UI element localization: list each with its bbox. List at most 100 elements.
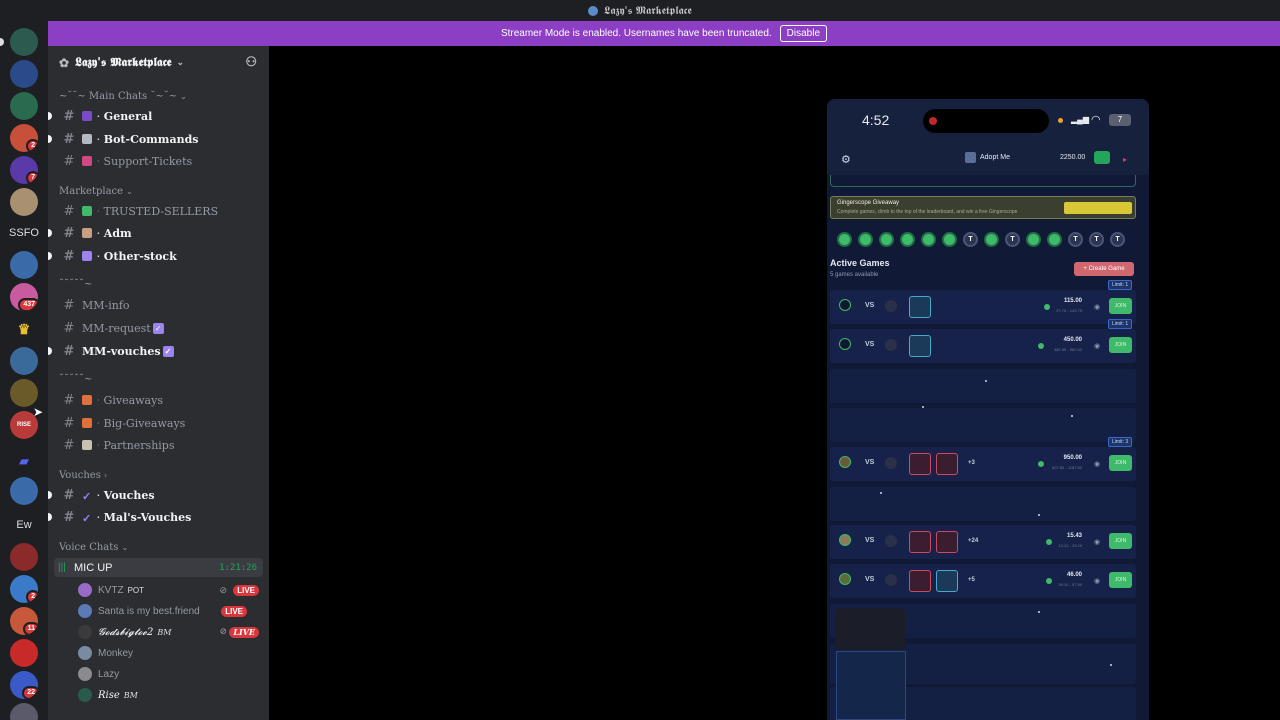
server-icon[interactable] — [10, 639, 38, 667]
invite-member-icon[interactable]: ⚇ — [245, 55, 257, 70]
join-button[interactable]: JOIN — [1109, 337, 1132, 353]
server-icon[interactable] — [10, 543, 38, 571]
server-icon[interactable]: 2 — [10, 575, 38, 603]
category-giveaways[interactable]: ˘˘˘˘˘~ — [59, 374, 92, 385]
folder-icon[interactable]: ▰ — [10, 447, 38, 475]
channel-big-giveaways[interactable]: # · Big-Giveaways — [52, 413, 265, 433]
server-icon[interactable] — [10, 188, 38, 216]
server-label-ssfo[interactable]: SSFO — [0, 227, 48, 239]
robot-icon — [82, 134, 92, 144]
join-button[interactable]: JOIN — [1109, 572, 1132, 588]
selected-indicator — [0, 38, 4, 46]
channel-bot-commands[interactable]: # · Bot-Commands — [48, 129, 265, 149]
server-icon[interactable]: 11 — [10, 607, 38, 635]
giveaway-banner[interactable]: Gingerscope Giveaway Complete games, cli… — [830, 196, 1136, 219]
channel-label: Other-stock — [103, 249, 177, 263]
site-logo-icon[interactable]: ⚙ — [841, 153, 851, 166]
disable-button[interactable]: Disable — [779, 25, 828, 42]
channel-partnerships[interactable]: # · Partnerships — [52, 435, 265, 455]
voice-user[interactable]: Monkey — [78, 643, 263, 663]
vs-label: VS — [865, 459, 875, 466]
mouse-cursor-icon: ➤ — [33, 405, 44, 419]
voice-user[interactable]: Santa is my best.friend LIVE — [78, 601, 263, 621]
dot-icon: · — [97, 512, 100, 522]
join-button[interactable]: JOIN — [1109, 455, 1132, 471]
channel-vouches[interactable]: # ✓ · Vouches — [48, 485, 265, 505]
server-icon[interactable] — [10, 703, 38, 720]
create-game-button[interactable]: + Create Game — [1074, 262, 1134, 276]
server-header[interactable]: ✿ 𝕷𝖆𝖟𝖞'𝖘 𝕸𝖆𝖗𝖐𝖊𝖙𝖕𝖑𝖆𝖈𝖊 ⌄ ⚇ — [48, 46, 269, 79]
player-avatar — [839, 456, 851, 468]
channel-support-tickets[interactable]: # · Support-Tickets — [52, 151, 265, 171]
menu-icon[interactable]: ▸ — [1123, 155, 1127, 164]
category-voice-chats[interactable]: Voice Chats ⌄ — [59, 542, 128, 553]
live-badge: LIVE — [221, 605, 247, 617]
server-icon[interactable] — [10, 379, 38, 407]
giveaway-button[interactable] — [1064, 202, 1132, 214]
dot-icon: · — [97, 156, 100, 166]
channel-mm-request[interactable]: # MM-request ✓ — [52, 318, 265, 338]
voice-user[interactable]: Rise BM — [78, 685, 263, 705]
server-icon[interactable] — [10, 60, 38, 88]
category-label: Vouches — [59, 470, 101, 481]
deposit-button[interactable] — [1094, 151, 1110, 164]
ticket-icon — [82, 156, 92, 166]
hash-icon: # — [63, 487, 75, 503]
vs-label: VS — [865, 537, 875, 544]
channel-mm-info[interactable]: # MM-info — [52, 295, 265, 315]
category-vouches[interactable]: Vouches › — [59, 470, 107, 481]
empty-game-slot — [830, 408, 1136, 442]
token-locked-icon: T — [1089, 232, 1104, 247]
giveaway-title: Gingerscope Giveaway — [837, 200, 900, 206]
hash-icon: # — [63, 153, 75, 169]
chevron-right-icon: › — [103, 471, 108, 480]
dot-icon: · — [97, 490, 100, 500]
eye-icon[interactable]: ◉ — [1094, 460, 1100, 468]
giveaway-subtitle: Complete games, climb to the top of the … — [837, 209, 1018, 215]
channel-label: Partnerships — [103, 438, 175, 452]
channel-giveaways[interactable]: # · Giveaways — [52, 390, 265, 410]
eye-icon[interactable]: ◉ — [1094, 577, 1100, 585]
category-marketplace[interactable]: Marketplace ⌄ — [59, 186, 133, 197]
server-label-ew[interactable]: Ew — [0, 519, 48, 531]
server-icon[interactable]: 2 — [10, 124, 38, 152]
category-middleman[interactable]: ˘˘˘˘˘~ — [59, 279, 92, 290]
crown-server-icon[interactable]: ♛ — [10, 315, 38, 343]
join-button[interactable]: JOIN — [1109, 298, 1132, 314]
category-main-chats[interactable]: ~˘˘~ Main Chats ˘~˘~ ⌄ — [59, 91, 187, 102]
notification-badge: 7 — [26, 171, 38, 184]
channel-sidebar: ✿ 𝕷𝖆𝖟𝖞'𝖘 𝕸𝖆𝖗𝖐𝖊𝖙𝖕𝖑𝖆𝖈𝖊 ⌄ ⚇ ~˘˘~ Main Chats… — [48, 46, 269, 720]
voice-user[interactable]: 𝓖𝓸𝓭𝓼𝓫𝓲𝓰𝓽𝓸𝓮2 BM ⊘ LIVE — [78, 622, 263, 642]
channel-trusted-sellers[interactable]: # · TRUSTED-SELLERS — [52, 201, 265, 221]
channel-adm[interactable]: # · Adm — [48, 223, 265, 243]
channel-mals-vouches[interactable]: # ✓ · Mal's-Vouches — [48, 507, 265, 527]
channel-general[interactable]: # · General — [48, 106, 265, 126]
unread-indicator — [48, 229, 52, 237]
server-icon[interactable]: 7 — [10, 156, 38, 184]
voice-user[interactable]: KVTZ POT ⊘ LIVE — [78, 580, 263, 600]
server-icon[interactable] — [10, 28, 38, 56]
channel-mm-vouches[interactable]: # MM-vouches ✓ — [48, 341, 265, 361]
game-selector[interactable]: Adopt Me — [965, 152, 1010, 163]
server-icon[interactable] — [10, 477, 38, 505]
voice-channel-mic-up[interactable]: ||| MIC UP 1:21:26 — [54, 558, 263, 577]
hash-icon: # — [63, 225, 75, 241]
eye-icon[interactable]: ◉ — [1094, 538, 1100, 546]
eye-icon[interactable]: ◉ — [1094, 342, 1100, 350]
decorative-strip — [830, 175, 1136, 187]
join-button[interactable]: JOIN — [1109, 533, 1132, 549]
eye-icon[interactable]: ◉ — [1094, 303, 1100, 311]
server-icon[interactable] — [10, 92, 38, 120]
server-icon[interactable]: 22 — [10, 671, 38, 699]
player-avatar — [839, 573, 851, 585]
game-amount: 15.43 — [1066, 533, 1082, 539]
voice-user[interactable]: Lazy — [78, 664, 263, 684]
window-title: 𝕷𝖆𝖟𝖞'𝖘 𝕸𝖆𝖗𝖐𝖊𝖙𝖕𝖑𝖆𝖈𝖊 — [604, 3, 692, 17]
streamer-mode-banner: Streamer Mode is enabled. Usernames have… — [48, 21, 1280, 46]
server-icon[interactable] — [10, 347, 38, 375]
game-amount: 450.00 — [1063, 337, 1082, 343]
server-icon[interactable]: 437 — [10, 283, 38, 311]
dot-icon: · — [97, 440, 100, 450]
server-icon[interactable] — [10, 251, 38, 279]
channel-other-stock[interactable]: # · Other-stock — [48, 246, 265, 266]
